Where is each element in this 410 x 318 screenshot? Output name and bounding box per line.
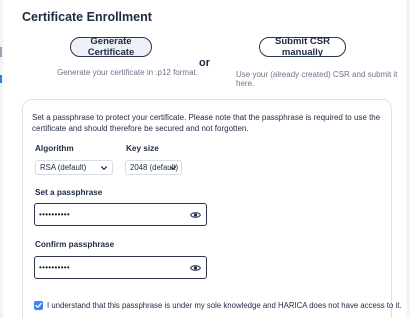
submit-csr-button[interactable]: Submit CSR manually <box>259 36 346 58</box>
page-title: Certificate Enrollment <box>22 10 152 24</box>
eye-icon[interactable] <box>190 211 201 219</box>
page-scrollbar[interactable] <box>406 0 410 318</box>
certificate-enrollment-page: Certificate Enrollment Generate Certific… <box>0 0 410 318</box>
generate-certificate-description: Generate your certificate in .p12 format… <box>57 68 198 77</box>
chevron-down-icon <box>169 166 177 170</box>
confirm-passphrase-label: Confirm passphrase <box>35 240 115 249</box>
agreement-label: I understand that this passphrase is und… <box>47 301 402 310</box>
confirm-passphrase-input[interactable]: •••••••••• <box>34 256 207 279</box>
chevron-down-icon <box>100 166 108 170</box>
passphrase-label: Set a passphrase <box>35 188 103 197</box>
key-size-label: Key size <box>126 144 159 153</box>
key-size-select[interactable]: 2048 (default) <box>125 160 182 175</box>
agreement-checkbox[interactable] <box>34 301 43 310</box>
submit-csr-description: Use your (already created) CSR and submi… <box>236 70 398 88</box>
generate-certificate-button[interactable]: Generate Certificate <box>70 36 152 58</box>
checkmark-icon <box>35 302 42 308</box>
option-separator: or <box>199 57 210 69</box>
passphrase-input[interactable]: •••••••••• <box>34 203 207 226</box>
sidebar-active-marker <box>0 75 2 83</box>
eye-icon[interactable] <box>190 264 201 272</box>
algorithm-select[interactable]: RSA (default) <box>35 160 113 175</box>
algorithm-label: Algorithm <box>35 144 74 153</box>
confirm-passphrase-masked-value: •••••••••• <box>39 263 71 272</box>
sidebar-marker <box>0 47 2 57</box>
passphrase-masked-value: •••••••••• <box>39 210 71 219</box>
algorithm-selected-value: RSA (default) <box>40 163 87 172</box>
passphrase-note: Set a passphrase to protect your certifi… <box>32 113 381 133</box>
